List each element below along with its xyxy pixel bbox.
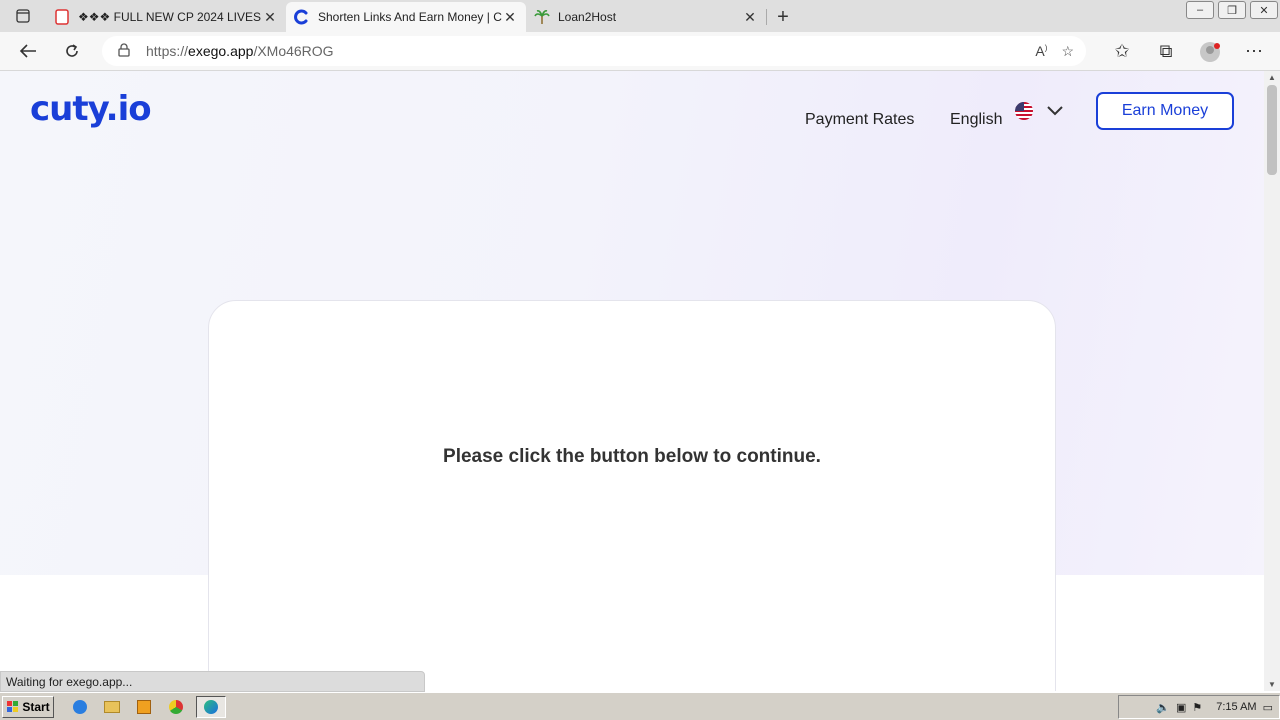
- favorites-icon: ✩: [1114, 41, 1130, 61]
- toolbar-right: ✩ ⧉ ⋯: [1104, 32, 1272, 71]
- media-player-icon[interactable]: [132, 696, 156, 718]
- tab-loan2host[interactable]: Loan2Host ✕: [526, 2, 766, 32]
- status-bar: Waiting for exego.app...: [0, 671, 425, 692]
- tab-bar: ❖❖❖ FULL NEW CP 2024 LIVES ✕ Shorten Lin…: [0, 0, 1280, 32]
- page-content: cuty.io Payment Rates English Earn Money…: [0, 71, 1264, 691]
- taskbar: Start 🔈 ▣ ⚑ 7:15 AM ▭: [0, 692, 1280, 720]
- language-selector[interactable]: English: [950, 111, 1002, 129]
- close-tab-icon[interactable]: ✕: [742, 9, 758, 26]
- show-desktop-icon[interactable]: ▭: [1263, 701, 1273, 714]
- network-icon[interactable]: ▣: [1176, 701, 1186, 714]
- url-host: exego.app: [188, 43, 254, 59]
- ie-icon[interactable]: [68, 696, 92, 718]
- profile-button[interactable]: [1192, 34, 1228, 70]
- add-favorite-icon[interactable]: ☆: [1061, 43, 1074, 60]
- more-dots-icon: ⋯: [1245, 41, 1263, 61]
- clock[interactable]: 7:15 AM: [1216, 701, 1256, 713]
- cuty-favicon-icon: [294, 9, 310, 25]
- back-arrow-icon: [19, 44, 36, 58]
- more-menu-button[interactable]: ⋯: [1236, 34, 1272, 70]
- volume-icon[interactable]: 🔈: [1156, 701, 1170, 714]
- avatar-icon: [1200, 41, 1220, 62]
- folder-icon[interactable]: [100, 696, 124, 718]
- favorites-button[interactable]: ✩: [1104, 34, 1140, 70]
- close-window-button[interactable]: ✕: [1250, 1, 1278, 19]
- collections-button[interactable]: ⧉: [1148, 34, 1184, 70]
- tab-title: Shorten Links And Earn Money | C: [318, 10, 502, 24]
- lock-icon: [118, 42, 132, 60]
- payment-rates-link[interactable]: Payment Rates: [805, 111, 914, 129]
- earn-money-button[interactable]: Earn Money: [1096, 92, 1234, 130]
- collections-icon: ⧉: [1159, 41, 1173, 61]
- read-aloud-icon[interactable]: A): [1035, 43, 1047, 60]
- scroll-down-icon[interactable]: ▼: [1268, 680, 1276, 689]
- edge-icon[interactable]: [196, 695, 226, 718]
- close-tab-icon[interactable]: ✕: [262, 9, 278, 26]
- chrome-icon[interactable]: [164, 696, 188, 718]
- chevron-down-icon[interactable]: [1046, 101, 1064, 119]
- tab-actions-button[interactable]: [0, 0, 46, 32]
- vertical-scrollbar[interactable]: ▲ ▼: [1264, 71, 1280, 691]
- system-tray: 🔈 ▣ ⚑ 7:15 AM ▭: [1118, 695, 1280, 719]
- tab-actions-icon: [16, 9, 30, 23]
- us-flag-icon: [1015, 102, 1033, 120]
- flag-icon[interactable]: ⚑: [1192, 701, 1202, 714]
- scroll-thumb[interactable]: [1267, 85, 1277, 175]
- tab-title: Loan2Host: [558, 10, 617, 24]
- url-scheme: https://: [146, 43, 189, 59]
- start-button[interactable]: Start: [2, 695, 54, 718]
- minimize-button[interactable]: –: [1186, 1, 1214, 19]
- continue-card: Please click the button below to continu…: [208, 300, 1056, 691]
- continue-message: Please click the button below to continu…: [443, 446, 821, 467]
- tab-title: ❖❖❖ FULL NEW CP 2024 LIVES: [78, 10, 262, 24]
- close-tab-icon[interactable]: ✕: [502, 9, 518, 26]
- watermark-logo: ANY RUN: [1038, 683, 1232, 691]
- address-actions: A) ☆: [1035, 43, 1074, 60]
- start-label: Start: [22, 699, 50, 714]
- url-path: /XMo46ROG: [253, 43, 334, 59]
- refresh-button[interactable]: [54, 33, 90, 69]
- palm-favicon-icon: [534, 9, 550, 25]
- document-favicon-icon: [54, 9, 70, 25]
- address-bar[interactable]: https://exego.app/XMo46ROG A) ☆: [102, 36, 1086, 66]
- tab-cuty[interactable]: Shorten Links And Earn Money | C ✕: [286, 2, 526, 32]
- refresh-icon: [66, 44, 78, 57]
- restore-button[interactable]: ❐: [1218, 1, 1246, 19]
- back-button[interactable]: [10, 33, 46, 69]
- scroll-up-icon[interactable]: ▲: [1268, 73, 1276, 82]
- browser-toolbar: https://exego.app/XMo46ROG A) ☆ ✩ ⧉ ⋯: [0, 32, 1280, 71]
- tab-cp-lives[interactable]: ❖❖❖ FULL NEW CP 2024 LIVES ✕: [46, 2, 286, 32]
- windows-logo-icon: [7, 700, 19, 712]
- new-tab-button[interactable]: +: [767, 2, 799, 32]
- window-controls: – ❐ ✕: [1184, 0, 1280, 20]
- site-logo[interactable]: cuty.io: [30, 89, 152, 129]
